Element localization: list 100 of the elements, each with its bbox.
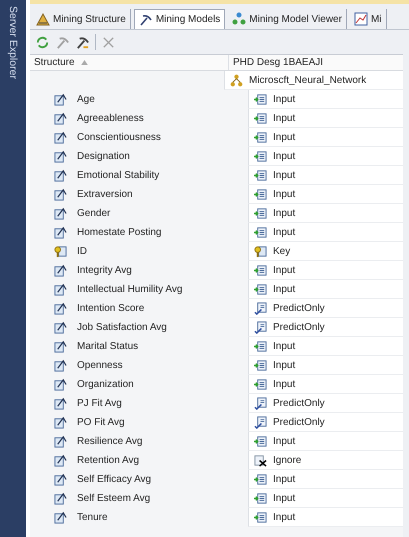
input-icon <box>254 340 267 352</box>
usage-label[interactable]: Input <box>273 264 296 276</box>
column-icon <box>54 150 67 163</box>
column-icon <box>54 473 67 486</box>
model-name: Microscft_Neural_Network <box>249 74 366 86</box>
input-icon <box>254 188 267 200</box>
column-icon <box>54 378 67 391</box>
input-icon <box>254 378 267 390</box>
structure-column-name: Openness <box>77 360 123 371</box>
input-icon <box>254 510 267 524</box>
structure-column-name: Self Esteem Avg <box>77 493 150 504</box>
predict-icon <box>254 396 267 410</box>
input-icon <box>254 206 267 220</box>
predict-icon <box>254 302 267 314</box>
column-icon <box>54 283 67 296</box>
tab[interactable]: Mi <box>350 9 386 29</box>
structure-column-name: Self Efficacy Avg <box>77 474 152 485</box>
column-icon <box>54 264 67 277</box>
usage-label[interactable]: Input <box>273 492 296 504</box>
usage-label[interactable]: Input <box>273 208 296 218</box>
predict-icon <box>254 320 267 334</box>
column-icon <box>54 435 67 448</box>
structure-column-name: Organization <box>77 379 134 390</box>
predict-icon <box>254 416 267 428</box>
structure-column-name: Conscientiousness <box>77 132 161 143</box>
input-icon <box>254 264 267 276</box>
structure-column-name: Gender <box>77 208 110 219</box>
structure-column-name: Intention Score <box>77 303 144 314</box>
column-icon <box>54 226 67 239</box>
structure-column-name: PO Fit Avg <box>77 417 125 428</box>
input-icon <box>254 434 267 448</box>
input-icon <box>254 472 267 486</box>
usage-label[interactable]: Input <box>273 112 296 124</box>
column-icon <box>54 492 67 505</box>
usage-label[interactable]: PredictOnly <box>273 416 325 428</box>
usage-label[interactable]: PredictOnly <box>273 398 325 408</box>
tab[interactable]: Mining Structure <box>32 9 131 29</box>
tab[interactable]: Mining Model Viewer <box>228 9 347 29</box>
tab[interactable]: Mining Models <box>134 9 226 29</box>
column-icon <box>54 340 67 353</box>
column-icon <box>54 454 67 467</box>
usage-label[interactable]: Input <box>273 170 296 180</box>
delete-icon[interactable] <box>101 34 116 50</box>
input-icon <box>254 282 267 296</box>
column-icon <box>54 169 67 182</box>
structure-column-name: Resilience Avg <box>77 436 142 447</box>
structure-column-name: Extraversion <box>77 189 133 200</box>
column-icon <box>54 397 67 410</box>
structure-column-name: Agreeableness <box>77 113 144 124</box>
input-icon <box>254 168 267 182</box>
usage-label[interactable]: Input <box>273 512 296 522</box>
network-icon <box>230 74 243 86</box>
pickaxe-icon[interactable] <box>75 34 90 50</box>
usage-label[interactable]: PredictOnly <box>273 302 325 314</box>
ignore-icon <box>254 454 267 466</box>
pickaxe-icon <box>138 12 153 26</box>
input-icon <box>254 130 267 144</box>
usage-label[interactable]: Input <box>273 474 296 484</box>
structure-column-name: Retention Avg <box>77 455 140 466</box>
column-icon <box>54 207 67 220</box>
usage-label[interactable]: Input <box>273 360 296 370</box>
structure-column-name: Job Satisfaction Avg <box>77 322 167 333</box>
usage-label[interactable]: Input <box>273 340 296 352</box>
chart-icon <box>354 12 368 26</box>
server-explorer-tab[interactable]: Server Explorer <box>7 6 19 79</box>
network-icon <box>232 12 246 26</box>
usage-label[interactable]: Key <box>273 246 290 256</box>
structure-column-name: Designation <box>77 151 130 162</box>
structure-column-name: PJ Fit Avg <box>77 398 122 409</box>
input-icon <box>254 226 267 238</box>
column-icon <box>54 321 67 334</box>
structure-column-name: Integrity Avg <box>77 265 132 276</box>
usage-label[interactable]: Input <box>273 284 296 294</box>
usage-label[interactable]: Ignore <box>273 454 302 466</box>
structure-column-name: Intellectual Humility Avg <box>77 284 182 295</box>
column-icon <box>54 188 67 201</box>
input-icon <box>254 492 267 504</box>
usage-label[interactable]: Input <box>273 94 296 104</box>
usage-label[interactable]: Input <box>273 150 296 162</box>
structure-column-name: Emotional Stability <box>77 170 160 181</box>
column-header[interactable]: PHD Desg 1BAEAJI <box>228 55 403 70</box>
input-icon <box>254 112 267 124</box>
column-icon <box>54 359 67 372</box>
usage-label[interactable]: Input <box>273 132 296 142</box>
structure-column-name: ID <box>77 246 87 257</box>
key-icon <box>54 245 67 258</box>
usage-label[interactable]: Input <box>273 188 296 200</box>
refresh-icon[interactable] <box>35 34 50 50</box>
structure-column-name: Marital Status <box>77 341 138 352</box>
structure-column-name: Age <box>77 94 95 105</box>
column-icon <box>54 511 67 524</box>
column-icon <box>54 416 67 429</box>
column-icon <box>54 302 67 315</box>
usage-label[interactable]: Input <box>273 226 296 238</box>
column-header[interactable]: Structure <box>30 55 228 70</box>
usage-label[interactable]: Input <box>273 436 296 446</box>
column-icon <box>54 112 67 125</box>
usage-label[interactable]: PredictOnly <box>273 322 325 332</box>
usage-label[interactable]: Input <box>273 378 296 390</box>
input-icon <box>254 150 267 162</box>
